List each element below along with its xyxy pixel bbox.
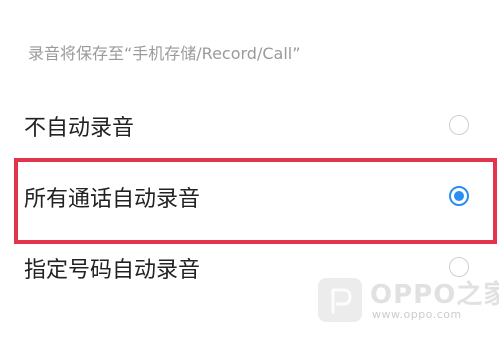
option-no-auto-record[interactable]: 不自动录音 <box>0 96 499 156</box>
option-label: 指定号码自动录音 <box>24 258 201 283</box>
watermark-url: www.oppo.com <box>372 308 462 321</box>
radio-button-icon[interactable] <box>449 257 469 277</box>
option-label: 不自动录音 <box>24 116 135 141</box>
option-label: 所有通话自动录音 <box>24 187 201 212</box>
radio-button-icon[interactable] <box>449 115 469 135</box>
save-location-hint: 录音将保存至“手机存储/Record/Call” <box>28 44 301 63</box>
option-auto-record-specified-numbers[interactable]: 指定号码自动录音 <box>0 238 499 298</box>
option-auto-record-all-calls[interactable]: 所有通话自动录音 <box>0 167 499 227</box>
radio-button-selected-icon[interactable] <box>449 186 469 206</box>
